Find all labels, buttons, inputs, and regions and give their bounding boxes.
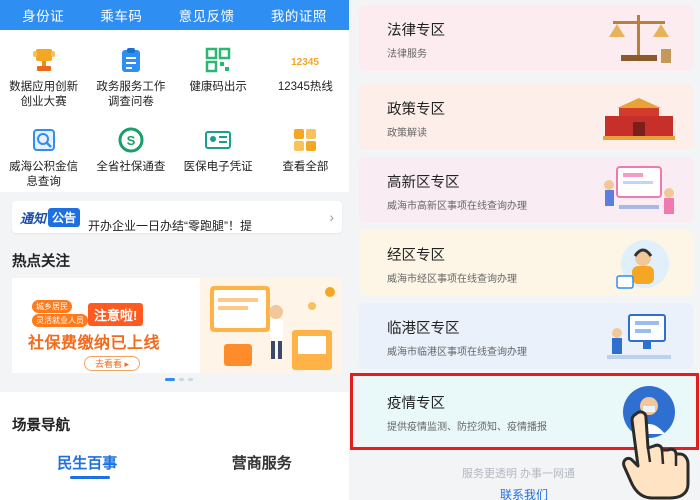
service-grid-card: 数据应用创新创业大赛 政务服务工作调查问卷 健康码出示 12345 12345热… bbox=[0, 30, 349, 192]
scene-section-title: 场景导航 bbox=[12, 418, 70, 434]
zone-subtitle: 威海市经区事项在线查询办理 bbox=[387, 274, 517, 285]
hot-section-title: 热点关注 bbox=[12, 254, 70, 270]
zone-subtitle: 法律服务 bbox=[387, 49, 427, 60]
grid-item-label: 数据应用创新创业大赛 bbox=[9, 81, 79, 108]
contact-us-link[interactable]: 联系我们 bbox=[500, 486, 548, 500]
grid-item-view-all[interactable]: 查看全部 bbox=[262, 120, 349, 192]
banner-attention: 注意啦! bbox=[88, 303, 144, 326]
gate-building-icon bbox=[603, 98, 675, 140]
notice-bar[interactable]: 通知 公告 开办企业一日办结“零跑腿”！提 › bbox=[12, 201, 342, 233]
left-screen: 身份证 乘车码 意见反馈 我的证照 数据应用创新创业大赛 政务服务工作调查问卷 bbox=[0, 0, 349, 500]
zone-title: 法律专区 bbox=[387, 23, 445, 39]
desk-people-icon bbox=[604, 166, 674, 214]
trophy-icon bbox=[30, 46, 58, 74]
announcement-tag: 公告 bbox=[48, 207, 81, 227]
grid-item-innovation-contest[interactable]: 数据应用创新创业大赛 bbox=[0, 40, 87, 112]
banner-go-button[interactable]: 去看看 ▸ bbox=[84, 356, 141, 371]
svg-text:S: S bbox=[127, 133, 136, 148]
grid-item-social-security[interactable]: S 全省社保通查 bbox=[87, 120, 174, 192]
grid-item-hotline[interactable]: 12345 12345热线 bbox=[262, 40, 349, 112]
zone-high-tech[interactable]: 高新区专区 威海市高新区事项在线查询办理 bbox=[359, 157, 693, 223]
carousel-dot bbox=[179, 378, 184, 381]
grid-all-icon bbox=[291, 126, 319, 154]
notice-text: 开办企业一日办结“零跑腿”！提 bbox=[88, 218, 253, 233]
social-security-icon: S bbox=[117, 126, 145, 154]
banner-headline: 社保费缴纳已上线 bbox=[28, 335, 161, 352]
nav-feedback[interactable]: 意见反馈 bbox=[179, 5, 235, 25]
banner-chip-flexible-workers: 灵活就业人员 bbox=[32, 314, 88, 327]
service-grid: 数据应用创新创业大赛 政务服务工作调查问卷 健康码出示 12345 12345热… bbox=[0, 40, 349, 192]
zone-title: 经区专区 bbox=[387, 248, 445, 264]
carousel-dot bbox=[165, 378, 175, 381]
scales-icon bbox=[609, 15, 671, 63]
tab-livelihood[interactable]: 民生百事 bbox=[0, 452, 175, 473]
grid-item-survey[interactable]: 政务服务工作调查问卷 bbox=[87, 40, 174, 112]
zone-policy[interactable]: 政策专区 政策解读 bbox=[359, 84, 693, 150]
right-screen: 法律专区 法律服务 政策专区 政策解读 高新区专区 威海市高新区事项在线查询办理 bbox=[350, 0, 700, 500]
svg-text:12345: 12345 bbox=[291, 57, 319, 68]
top-nav: 身份证 乘车码 意见反馈 我的证照 bbox=[0, 0, 349, 30]
zone-law[interactable]: 法律专区 法律服务 bbox=[359, 5, 693, 71]
nav-id-card[interactable]: 身份证 bbox=[22, 5, 64, 25]
scene-nav-card: 场景导航 民生百事 营商服务 bbox=[0, 392, 349, 500]
zone-port[interactable]: 临港区专区 威海市临港区事项在线查询办理 bbox=[359, 303, 693, 369]
zone-subtitle: 威海市高新区事项在线查询办理 bbox=[387, 201, 527, 212]
zone-economic[interactable]: 经区专区 威海市经区事项在线查询办理 bbox=[359, 230, 693, 296]
grid-item-label: 健康码出示 bbox=[189, 81, 247, 93]
hotline-icon: 12345 bbox=[291, 46, 319, 74]
nav-my-licenses[interactable]: 我的证照 bbox=[271, 5, 327, 25]
grid-item-medical-card[interactable]: 医保电子凭证 bbox=[175, 120, 262, 192]
footer-slogan: 服务更透明 办事一网通 bbox=[462, 468, 576, 480]
zone-title: 临港区专区 bbox=[387, 321, 460, 337]
zone-subtitle: 政策解读 bbox=[387, 128, 427, 139]
tab-business-service[interactable]: 营商服务 bbox=[175, 452, 350, 473]
pointing-hand-icon bbox=[622, 410, 690, 500]
grid-item-health-code[interactable]: 健康码出示 bbox=[175, 40, 262, 112]
hot-banner[interactable]: 城乡居民 灵活就业人员 注意啦! 社保费缴纳已上线 去看看 ▸ bbox=[12, 278, 342, 373]
medical-card-icon bbox=[204, 126, 232, 154]
carousel-dot bbox=[188, 378, 193, 381]
grid-item-label: 医保电子凭证 bbox=[183, 161, 253, 173]
banner-chip-residents: 城乡居民 bbox=[32, 300, 72, 313]
chevron-right-icon: › bbox=[329, 209, 334, 225]
grid-item-label: 威海公积金信息查询 bbox=[9, 161, 79, 188]
computer-people-icon bbox=[607, 314, 671, 359]
qrcode-icon bbox=[204, 46, 232, 74]
grid-item-label: 查看全部 bbox=[282, 161, 329, 173]
notice-tag: 通知 bbox=[20, 210, 47, 226]
zone-title: 高新区专区 bbox=[387, 175, 460, 191]
fund-search-icon bbox=[30, 126, 58, 154]
scene-tabs: 民生百事 营商服务 bbox=[0, 452, 349, 473]
zone-subtitle: 威海市临港区事项在线查询办理 bbox=[387, 347, 527, 358]
grid-item-label: 全省社保通查 bbox=[96, 161, 166, 173]
service-agent-icon bbox=[616, 240, 669, 289]
carousel-dots bbox=[165, 378, 193, 381]
banner-illustration bbox=[200, 278, 342, 373]
grid-item-label: 12345热线 bbox=[277, 81, 333, 93]
zone-title: 政策专区 bbox=[387, 102, 445, 118]
grid-item-label: 政务服务工作调查问卷 bbox=[96, 81, 166, 108]
clipboard-icon bbox=[117, 46, 145, 74]
nav-ride-code[interactable]: 乘车码 bbox=[100, 5, 142, 25]
active-tab-indicator bbox=[70, 476, 110, 479]
grid-item-housing-fund[interactable]: 威海公积金信息查询 bbox=[0, 120, 87, 192]
